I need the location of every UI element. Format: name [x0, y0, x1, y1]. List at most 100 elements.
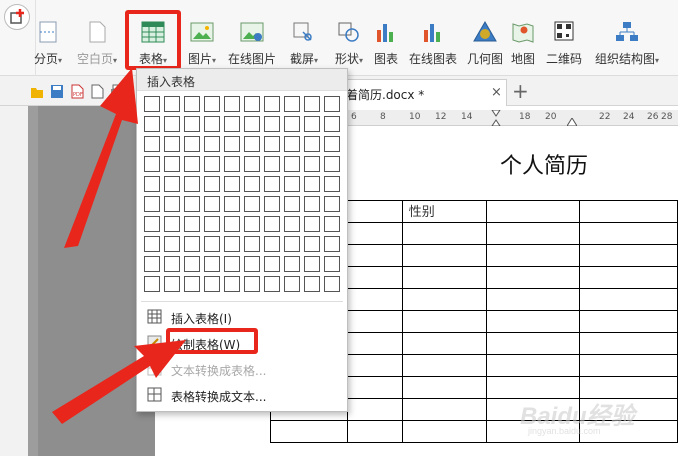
chart-button[interactable]: 图表 [371, 18, 401, 70]
grid-cell[interactable] [244, 176, 260, 192]
grid-cell[interactable] [144, 216, 160, 232]
grid-cell[interactable] [304, 236, 320, 252]
grid-cell[interactable] [304, 276, 320, 292]
grid-cell[interactable] [184, 96, 200, 112]
grid-cell[interactable] [224, 256, 240, 272]
grid-cell[interactable] [164, 196, 180, 212]
print-preview-icon[interactable] [90, 84, 104, 99]
grid-cell[interactable] [184, 136, 200, 152]
grid-cell[interactable] [184, 216, 200, 232]
grid-cell[interactable] [264, 276, 280, 292]
grid-cell[interactable] [264, 216, 280, 232]
grid-cell[interactable] [224, 216, 240, 232]
grid-cell[interactable] [204, 96, 220, 112]
grid-cell[interactable] [204, 216, 220, 232]
grid-cell[interactable] [204, 276, 220, 292]
online-chart-button[interactable]: 在线图表 [407, 18, 459, 70]
grid-cell[interactable] [204, 236, 220, 252]
grid-cell[interactable] [264, 176, 280, 192]
grid-cell[interactable] [284, 256, 300, 272]
grid-cell[interactable] [284, 116, 300, 132]
grid-cell[interactable] [304, 256, 320, 272]
grid-cell[interactable] [244, 256, 260, 272]
menu-item-insert-table[interactable]: 插入表格(I) [137, 305, 347, 329]
save-icon[interactable] [50, 84, 64, 99]
grid-cell[interactable] [264, 236, 280, 252]
grid-cell[interactable] [224, 236, 240, 252]
grid-cell[interactable] [284, 236, 300, 252]
grid-cell[interactable] [324, 216, 340, 232]
grid-cell[interactable] [164, 176, 180, 192]
grid-cell[interactable] [244, 196, 260, 212]
grid-cell[interactable] [324, 96, 340, 112]
grid-cell[interactable] [204, 196, 220, 212]
grid-cell[interactable] [204, 156, 220, 172]
grid-cell[interactable] [264, 156, 280, 172]
grid-cell[interactable] [304, 176, 320, 192]
grid-cell[interactable] [184, 256, 200, 272]
grid-cell[interactable] [204, 136, 220, 152]
blank-page-button[interactable]: 空白页▾ [70, 18, 124, 70]
grid-cell[interactable] [244, 236, 260, 252]
grid-cell[interactable] [144, 236, 160, 252]
grid-cell[interactable] [144, 96, 160, 112]
grid-cell[interactable] [304, 96, 320, 112]
app-menu-icon[interactable] [4, 4, 30, 30]
gender-cell[interactable]: 性别 [401, 200, 488, 223]
online-picture-button[interactable]: 在线图片 [226, 18, 278, 70]
grid-cell[interactable] [224, 176, 240, 192]
grid-cell[interactable] [204, 116, 220, 132]
pdf-icon[interactable]: PDF [70, 84, 84, 99]
grid-cell[interactable] [224, 136, 240, 152]
grid-cell[interactable] [264, 256, 280, 272]
grid-cell[interactable] [184, 156, 200, 172]
grid-cell[interactable] [224, 196, 240, 212]
geometry-button[interactable]: 几何图 [465, 18, 505, 70]
grid-cell[interactable] [324, 116, 340, 132]
grid-cell[interactable] [284, 176, 300, 192]
grid-cell[interactable] [324, 256, 340, 272]
grid-cell[interactable] [304, 216, 320, 232]
qr-code-button[interactable]: 二维码 [544, 18, 584, 70]
grid-cell[interactable] [224, 96, 240, 112]
grid-cell[interactable] [244, 96, 260, 112]
grid-cell[interactable] [304, 116, 320, 132]
menu-item-table-to-text[interactable]: 表格转换成文本... [137, 383, 347, 407]
grid-cell[interactable] [164, 96, 180, 112]
grid-cell[interactable] [284, 216, 300, 232]
grid-cell[interactable] [204, 256, 220, 272]
grid-cell[interactable] [304, 136, 320, 152]
screenshot-button[interactable]: 截屏▾ [282, 18, 326, 70]
grid-cell[interactable] [184, 116, 200, 132]
grid-cell[interactable] [184, 176, 200, 192]
grid-cell[interactable] [284, 136, 300, 152]
grid-cell[interactable] [144, 176, 160, 192]
grid-cell[interactable] [244, 136, 260, 152]
tab-document[interactable]: 着简历.docx * × [345, 79, 507, 106]
grid-cell[interactable] [244, 116, 260, 132]
grid-cell[interactable] [304, 196, 320, 212]
grid-cell[interactable] [264, 96, 280, 112]
grid-cell[interactable] [184, 196, 200, 212]
shape-button[interactable]: 形状▾ [327, 18, 371, 70]
grid-cell[interactable] [324, 156, 340, 172]
grid-cell[interactable] [324, 276, 340, 292]
grid-cell[interactable] [244, 156, 260, 172]
picture-button[interactable]: 图片▾ [180, 18, 224, 70]
grid-cell[interactable] [164, 216, 180, 232]
page-break-button[interactable]: 分页▾ [28, 18, 68, 70]
grid-cell[interactable] [164, 256, 180, 272]
grid-cell[interactable] [144, 196, 160, 212]
grid-cell[interactable] [284, 196, 300, 212]
menu-item-text-to-table[interactable]: 文本转换成表格... [137, 357, 347, 381]
grid-cell[interactable] [164, 116, 180, 132]
grid-cell[interactable] [224, 276, 240, 292]
grid-cell[interactable] [324, 196, 340, 212]
grid-cell[interactable] [164, 236, 180, 252]
grid-cell[interactable] [224, 156, 240, 172]
grid-cell[interactable] [164, 136, 180, 152]
grid-cell[interactable] [164, 276, 180, 292]
grid-cell[interactable] [284, 276, 300, 292]
grid-cell[interactable] [264, 196, 280, 212]
new-tab-button[interactable]: + [512, 80, 529, 102]
